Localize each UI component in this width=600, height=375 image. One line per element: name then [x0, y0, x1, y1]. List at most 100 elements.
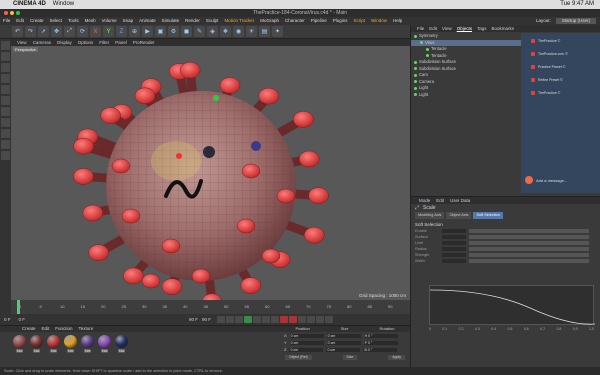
pen-icon[interactable]: ✎	[194, 26, 205, 37]
material-ball[interactable]	[30, 335, 43, 348]
points-mode-icon[interactable]	[1, 74, 10, 83]
menu-item-mesh[interactable]: Mesh	[82, 17, 99, 25]
viewport-menu-panel[interactable]: Panel	[115, 39, 127, 46]
z-axis-icon[interactable]: Z	[116, 26, 127, 37]
workplane-icon[interactable]	[1, 129, 10, 138]
menu-item-file[interactable]: File	[0, 17, 13, 25]
annotation-add-icon[interactable]	[525, 176, 533, 184]
apply-button[interactable]: Apply	[388, 355, 405, 360]
menu-item-simulate[interactable]: Simulate	[159, 17, 183, 25]
autokey-icon[interactable]	[289, 316, 298, 323]
object-tab-tags[interactable]: Tags	[477, 25, 487, 32]
material-ball[interactable]	[98, 335, 111, 348]
scale-icon[interactable]: ⤢	[64, 26, 75, 37]
keyframe-selection-icon[interactable]	[298, 316, 307, 323]
coord-system-icon[interactable]: ⊕	[129, 26, 140, 37]
close-icon[interactable]	[4, 11, 8, 15]
render-picture-icon[interactable]: ▣	[155, 26, 166, 37]
position-field[interactable]: 0 cm	[289, 333, 324, 338]
material-swatch[interactable]: Mat	[64, 335, 77, 353]
menu-item-character[interactable]: Character	[282, 17, 308, 25]
size-field[interactable]: 0 cm	[326, 347, 361, 352]
attribute-slider[interactable]	[469, 253, 589, 257]
attribute-slider[interactable]	[469, 247, 589, 251]
menu-item-edit[interactable]: Edit	[13, 17, 27, 25]
scale-key-icon[interactable]	[316, 316, 325, 323]
material-swatch[interactable]: Mat	[30, 335, 43, 353]
menu-item-mograph[interactable]: MoGraph	[257, 17, 282, 25]
rotation-field[interactable]: P 0 °	[363, 340, 398, 345]
sculpt-icon[interactable]	[1, 151, 10, 160]
array-icon[interactable]: ❖	[220, 26, 231, 37]
material-swatch[interactable]: Mat	[81, 335, 94, 353]
viewport[interactable]: Perspective Grid Spacing : 1000 cm	[11, 46, 410, 300]
falloff-graph[interactable]	[429, 285, 596, 325]
attribute-tab-mode[interactable]: Mode	[419, 197, 430, 204]
material-tab-function[interactable]: Function	[55, 326, 72, 332]
menu-item-snap[interactable]: Snap	[120, 17, 137, 25]
object-tab-bookmarks[interactable]: Bookmarks	[492, 25, 515, 32]
prev-frame-icon[interactable]	[235, 316, 244, 323]
lock-icon[interactable]	[1, 140, 10, 149]
size-field[interactable]: 0 cm	[326, 333, 361, 338]
current-frame[interactable]: 0 F	[19, 317, 26, 322]
layout-value[interactable]: Startup (User)	[555, 18, 596, 24]
model-mode-icon[interactable]	[1, 52, 10, 61]
annotation-note[interactable]: Practice Preset ©	[531, 65, 597, 69]
polygons-mode-icon[interactable]	[1, 96, 10, 105]
light-icon[interactable]: ✦	[272, 26, 283, 37]
attribute-input[interactable]	[442, 229, 466, 233]
scale-handle-green[interactable]	[213, 95, 219, 101]
texture-mode-icon[interactable]	[1, 63, 10, 72]
position-field[interactable]: 0 cm	[289, 340, 324, 345]
menu-item-help[interactable]: Help	[390, 17, 405, 25]
material-tab-create[interactable]: Create	[22, 326, 36, 332]
menu-item-plugins[interactable]: Plugins	[330, 17, 351, 25]
environment-icon[interactable]: ☀	[246, 26, 257, 37]
size-field[interactable]: 0 cm	[326, 340, 361, 345]
object-tab-file[interactable]: File	[417, 25, 424, 32]
menu-item-volume[interactable]: Volume	[99, 17, 120, 25]
start-frame[interactable]: 0 F	[4, 317, 11, 322]
material-ball[interactable]	[115, 335, 128, 348]
menu-item-tools[interactable]: Tools	[65, 17, 82, 25]
viewport-menu-view[interactable]: View	[17, 39, 27, 46]
camera-icon[interactable]: ▤	[259, 26, 270, 37]
menu-item-render[interactable]: Render	[182, 17, 203, 25]
subtab-modeling-axis[interactable]: Modeling Axis	[415, 212, 445, 219]
viewport-menu-options[interactable]: Options	[78, 39, 94, 46]
attribute-tab-edit[interactable]: Edit	[436, 197, 444, 204]
x-axis-icon[interactable]: X	[90, 26, 101, 37]
next-frame-icon[interactable]	[253, 316, 262, 323]
material-ball[interactable]	[81, 335, 94, 348]
object-tab-edit[interactable]: Edit	[429, 25, 437, 32]
subdivision-icon[interactable]: ◈	[207, 26, 218, 37]
menu-item-create[interactable]: Create	[27, 17, 47, 25]
position-key-icon[interactable]	[307, 316, 316, 323]
make-editable-icon[interactable]	[1, 41, 10, 50]
object-row[interactable]: Light	[411, 92, 521, 99]
menu-item-sculpt[interactable]: Sculpt	[203, 17, 222, 25]
attribute-slider[interactable]	[469, 229, 589, 233]
object-tab-view[interactable]: View	[442, 25, 452, 32]
prev-key-icon[interactable]	[226, 316, 235, 323]
object-axis-handle[interactable]	[203, 146, 215, 158]
move-icon[interactable]: ✥	[51, 26, 62, 37]
viewport-menu-filter[interactable]: Filter	[99, 39, 109, 46]
scale-handle-blue[interactable]	[251, 141, 261, 151]
render-view-icon[interactable]: ▶	[142, 26, 153, 37]
attribute-input[interactable]	[442, 247, 466, 251]
deformer-icon[interactable]: ◉	[233, 26, 244, 37]
axis-mode-icon[interactable]	[1, 107, 10, 116]
annotation-note[interactable]: ThePractice ©	[531, 39, 597, 43]
mac-app-name[interactable]: CINEMA 4D	[13, 0, 46, 9]
mac-clock[interactable]: Tue 9:47 AM	[560, 0, 594, 9]
goto-end-icon[interactable]	[271, 316, 280, 323]
material-swatch[interactable]: Mat	[47, 335, 60, 353]
menu-item-select[interactable]: Select	[47, 17, 66, 25]
material-swatch[interactable]: Mat	[115, 335, 128, 353]
material-ball[interactable]	[47, 335, 60, 348]
menu-item-motion-tracker[interactable]: Motion Tracker	[221, 17, 257, 25]
next-key-icon[interactable]	[262, 316, 271, 323]
material-swatch[interactable]: Mat	[13, 335, 26, 353]
